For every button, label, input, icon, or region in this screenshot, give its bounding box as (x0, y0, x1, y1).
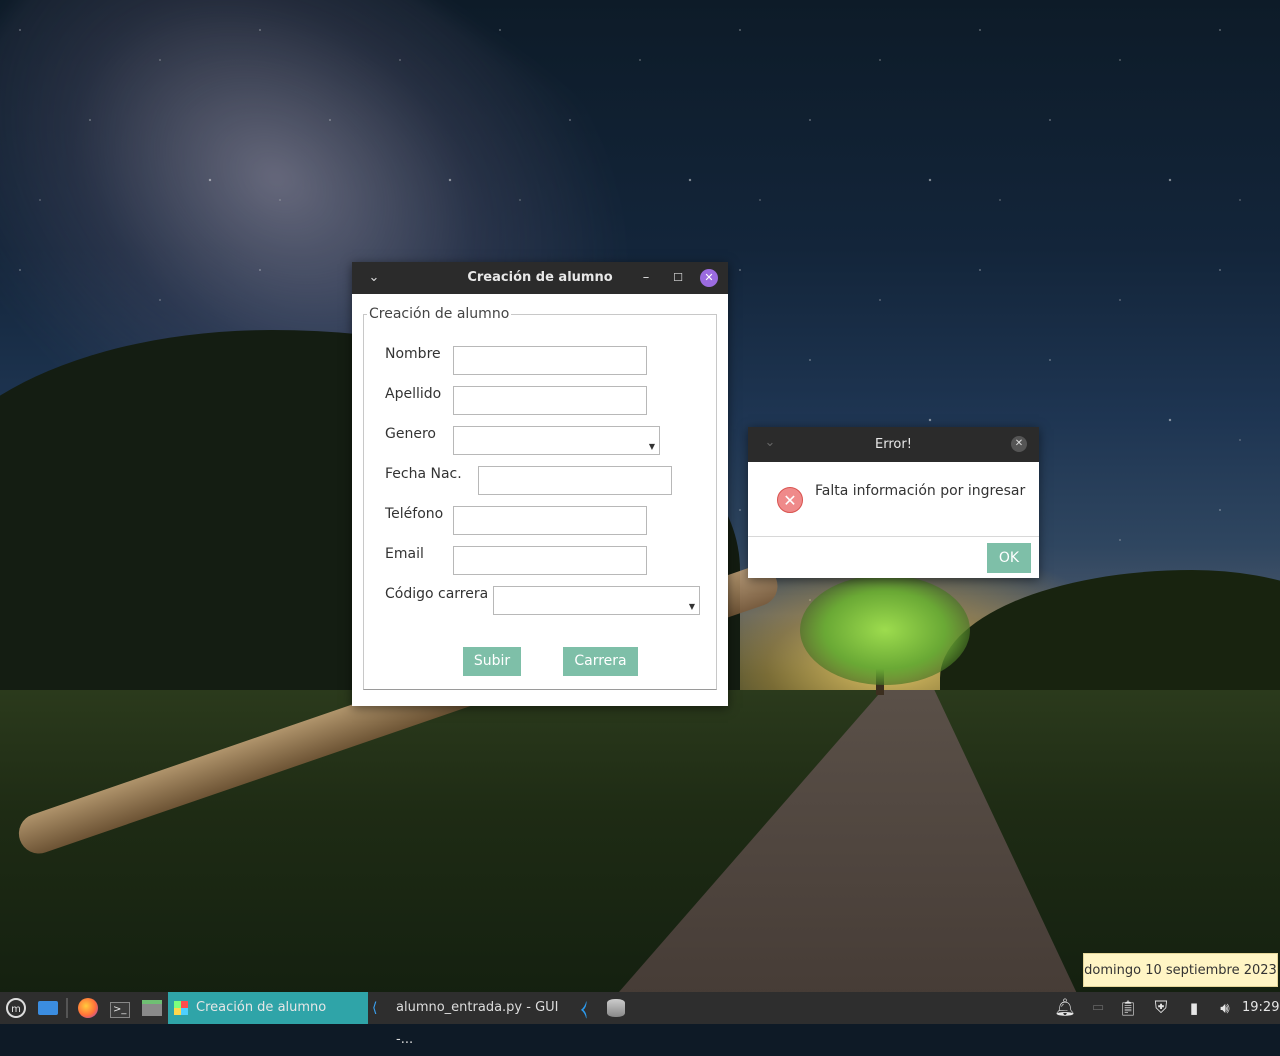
main-window: ⌄ Creación de alumno – ☐ ✕ Creación de a… (352, 262, 728, 706)
main-window-titlebar[interactable]: ⌄ Creación de alumno – ☐ ✕ (352, 262, 728, 294)
codigo-carrera-label: Código carrera (385, 586, 489, 602)
volume-icon[interactable]: 🔊︎ (1212, 992, 1238, 1024)
carrera-button[interactable]: Carrera (563, 647, 638, 676)
ok-button[interactable]: OK (987, 543, 1031, 573)
error-message: Falta información por ingresar (815, 483, 1026, 499)
telefono-input[interactable] (453, 506, 647, 535)
files-icon[interactable] (140, 992, 164, 1024)
error-dialog: ⌄ Error! ✕ ✕ Falta información por ingre… (748, 427, 1039, 578)
maximize-icon[interactable]: ☐ (668, 262, 688, 294)
telefono-label: Teléfono (385, 506, 444, 522)
battery-icon[interactable]: ▮ (1182, 992, 1206, 1024)
date-tooltip: domingo 10 septiembre 2023 (1083, 953, 1278, 987)
app-grid-icon (174, 1001, 188, 1015)
tray-blank-icon[interactable]: ▭ (1086, 992, 1110, 1024)
genero-select[interactable]: ▼ (453, 426, 660, 455)
subir-button[interactable]: Subir (463, 647, 521, 676)
close-icon[interactable]: ✕ (1011, 436, 1027, 452)
terminal-icon[interactable]: >_ (108, 992, 132, 1024)
nombre-label: Nombre (385, 346, 441, 362)
mint-menu-icon[interactable]: m (4, 992, 28, 1024)
dialog-separator (748, 536, 1039, 537)
fecha-nac-input[interactable] (478, 466, 672, 495)
genero-label: Genero (385, 426, 436, 442)
vscode-small-icon: ⟨ (372, 1000, 378, 1016)
fecha-nac-label: Fecha Nac. (385, 466, 462, 482)
clipboard-icon[interactable]: 📋︎ (1116, 992, 1140, 1024)
database-icon[interactable] (604, 992, 628, 1024)
clock[interactable]: 19:29 (1242, 992, 1279, 1024)
taskbar: m >_ Creación de alumno ⟨ alumno_entrada… (0, 992, 1280, 1047)
task-label: alumno_entrada.py - GUI -... (396, 1000, 559, 1047)
apellido-label: Apellido (385, 386, 442, 402)
task-alumno-entrada[interactable]: ⟨ alumno_entrada.py - GUI -... (368, 992, 570, 1047)
minimize-icon[interactable]: – (636, 262, 656, 294)
firefox-icon[interactable] (76, 992, 100, 1024)
apellido-input[interactable] (453, 386, 647, 415)
taskbar-separator (66, 998, 68, 1018)
vscode-icon[interactable]: ⧼ (572, 992, 596, 1024)
close-icon[interactable]: ✕ (700, 269, 718, 287)
error-dialog-title: Error! (875, 437, 912, 452)
show-desktop-icon[interactable] (36, 992, 60, 1024)
email-label: Email (385, 546, 424, 562)
task-label: Creación de alumno (196, 1000, 327, 1015)
codigo-carrera-select[interactable]: ▼ (493, 586, 700, 615)
error-dialog-titlebar[interactable]: ⌄ Error! ✕ (748, 427, 1039, 462)
dropdown-arrow-icon: ▼ (648, 442, 655, 451)
shield-icon[interactable]: ⛨ (1148, 992, 1174, 1024)
form-group-title: Creación de alumno (367, 306, 512, 322)
notifications-icon[interactable]: 🔔︎ (1053, 992, 1077, 1024)
task-creacion-alumno[interactable]: Creación de alumno (168, 992, 368, 1024)
error-icon: ✕ (777, 487, 803, 513)
dropdown-arrow-icon: ▼ (688, 602, 695, 611)
nombre-input[interactable] (453, 346, 647, 375)
email-input[interactable] (453, 546, 647, 575)
